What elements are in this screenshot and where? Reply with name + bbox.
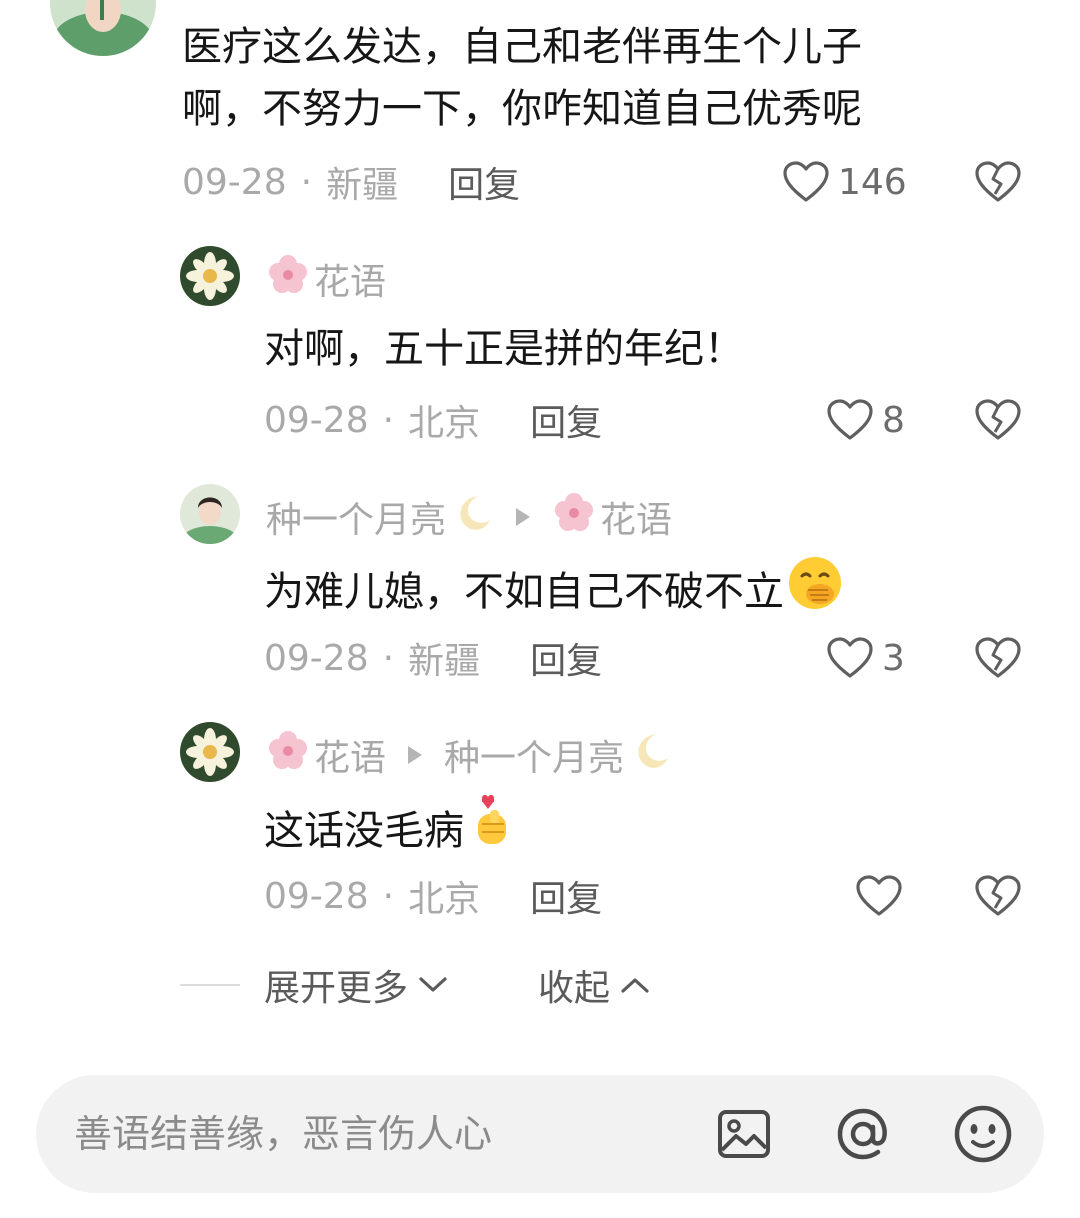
reply-target[interactable]: 花语 — [600, 491, 672, 543]
image-button[interactable] — [714, 1104, 774, 1164]
like-button[interactable]: 8 — [826, 395, 905, 445]
collapse-label: 收起 — [538, 968, 611, 1009]
reply-author[interactable]: 种一个月亮 — [266, 491, 446, 543]
reply-text: 这话没毛病 — [264, 808, 464, 854]
reply-target[interactable]: 种一个月亮 — [444, 729, 624, 781]
separator-dot: · — [382, 637, 395, 679]
reply-text-row: 这话没毛病 — [264, 792, 518, 870]
flower-emoji-icon — [266, 253, 310, 306]
comment-text-line: 啊，不努力一下，你咋知道自己优秀呢 — [182, 86, 862, 132]
reply-to-arrow-icon — [408, 746, 423, 764]
like-button[interactable]: 146 — [782, 157, 907, 207]
avatar[interactable] — [180, 484, 240, 544]
comment-date: 09-28 — [182, 161, 287, 203]
divider — [180, 984, 240, 986]
finger-heart-emoji-icon — [468, 792, 518, 870]
dislike-button[interactable] — [974, 874, 1022, 922]
thread-controls: 展开更多 收起 — [180, 960, 650, 1010]
reply-location: 北京 — [408, 879, 481, 920]
reply-author-row: 花语 种一个月亮 — [266, 730, 672, 780]
comment-input[interactable]: 善语结善缘，恶言伤人心 — [36, 1075, 1044, 1193]
flower-emoji-icon — [552, 491, 596, 544]
heart-icon — [827, 637, 873, 678]
comment-input-placeholder: 善语结善缘，恶言伤人心 — [74, 1112, 493, 1156]
separator-dot: · — [300, 161, 313, 203]
reply-date: 09-28 — [264, 399, 369, 441]
dislike-button[interactable] — [974, 636, 1022, 684]
reply-button[interactable]: 回复 — [530, 394, 602, 446]
heart-icon — [827, 399, 873, 440]
separator-dot: · — [382, 875, 395, 917]
comment-text: 医疗这么发达，自己和老伴再生个儿子 啊，不努力一下，你咋知道自己优秀呢 — [182, 16, 862, 140]
dislike-button[interactable] — [974, 160, 1022, 208]
expand-more-button[interactable]: 展开更多 — [264, 959, 448, 1011]
image-icon — [718, 1110, 770, 1158]
emoji-button[interactable] — [953, 1104, 1013, 1164]
comment-text-line: 医疗这么发达，自己和老伴再生个儿子 — [182, 24, 862, 70]
reply-button[interactable]: 回复 — [530, 870, 602, 922]
like-count: 146 — [838, 161, 907, 203]
separator-dot: · — [382, 399, 395, 441]
collapse-button[interactable]: 收起 — [538, 959, 650, 1011]
reply-button[interactable]: 回复 — [448, 156, 520, 208]
reply-location: 北京 — [408, 403, 481, 444]
flower-emoji-icon — [266, 729, 310, 782]
comment-meta: 09-28 · 新疆 回复 — [182, 157, 520, 207]
reply-meta: 09-28 · 北京 回复 — [264, 871, 602, 921]
like-button[interactable]: 3 — [826, 633, 905, 683]
moon-emoji-icon — [626, 728, 672, 783]
avatar[interactable] — [50, 0, 156, 56]
heart-icon — [856, 875, 902, 916]
like-count: 8 — [882, 399, 905, 441]
expand-more-label: 展开更多 — [264, 968, 409, 1009]
reply-text-row: 为难儿媳，不如自己不破不立 — [264, 554, 844, 630]
reply-date: 09-28 — [264, 637, 369, 679]
at-icon — [837, 1108, 887, 1160]
moon-emoji-icon — [448, 490, 494, 545]
reply-to-arrow-icon — [516, 508, 531, 526]
like-count: 3 — [882, 637, 905, 679]
chevron-down-icon — [419, 977, 447, 992]
reply-author-row: 种一个月亮 花语 — [266, 492, 672, 542]
broken-heart-icon — [975, 161, 1021, 202]
mention-button[interactable] — [833, 1104, 893, 1164]
avatar[interactable] — [180, 246, 240, 306]
broken-heart-icon — [975, 637, 1021, 678]
reply-date: 09-28 — [264, 875, 369, 917]
reply-meta: 09-28 · 北京 回复 — [264, 395, 602, 445]
reply-author[interactable]: 花语 — [314, 729, 386, 781]
reply-button[interactable]: 回复 — [530, 632, 602, 684]
broken-heart-icon — [975, 875, 1021, 916]
dislike-button[interactable] — [974, 398, 1022, 446]
reply-author[interactable]: 花语 — [314, 253, 386, 305]
chevron-up-icon — [621, 978, 649, 993]
broken-heart-icon — [975, 399, 1021, 440]
comment-location: 新疆 — [326, 165, 399, 206]
heart-icon — [783, 161, 829, 202]
avatar[interactable] — [180, 722, 240, 782]
reply-text: 对啊，五十正是拼的年纪！ — [264, 326, 744, 372]
reply-meta: 09-28 · 新疆 回复 — [264, 633, 602, 683]
reply-author-row: 花语 — [266, 254, 386, 304]
emoji-icon — [954, 1105, 1012, 1163]
like-button[interactable] — [855, 871, 911, 921]
reply-text: 为难儿媳，不如自己不破不立 — [264, 569, 784, 615]
hand-over-mouth-emoji-icon — [786, 554, 844, 630]
reply-location: 新疆 — [408, 641, 481, 682]
